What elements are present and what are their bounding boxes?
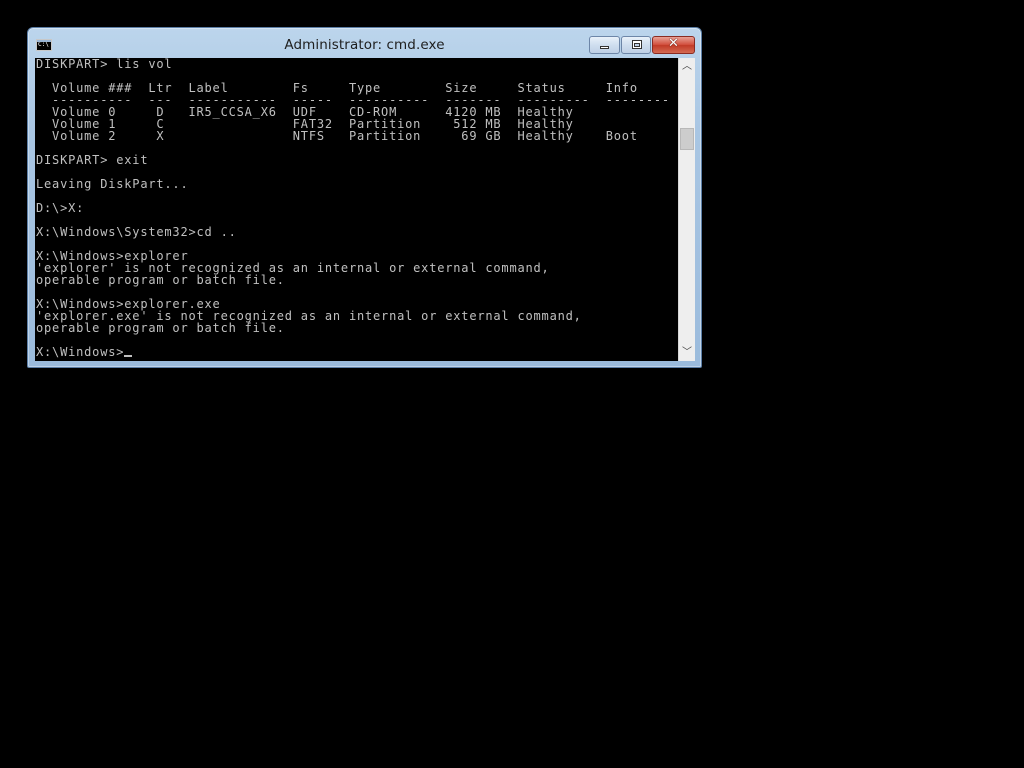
console-text: DISKPART> lis vol Volume ### Ltr Label F…	[35, 58, 678, 358]
console-line: D:\>X:	[36, 201, 85, 215]
command-prompt: X:\Windows>	[36, 345, 125, 359]
console-line: X:\Windows\System32>cd ..	[36, 225, 237, 239]
vertical-scrollbar[interactable]: ︿ ﹀	[678, 58, 695, 361]
scroll-down-icon[interactable]: ﹀	[679, 344, 695, 361]
close-icon: ✕	[668, 36, 679, 51]
scroll-thumb[interactable]	[680, 128, 694, 150]
minimize-button[interactable]	[589, 36, 620, 54]
console-line: Volume 2 X NTFS Partition 69 GB Healthy …	[36, 129, 638, 143]
scroll-up-icon[interactable]: ︿	[679, 58, 695, 75]
maximize-button[interactable]	[621, 36, 651, 54]
console-output[interactable]: DISKPART> lis vol Volume ### Ltr Label F…	[35, 58, 678, 361]
console-line: operable program or batch file.	[36, 321, 285, 335]
cmd-window[interactable]: C:\ Administrator: cmd.exe ✕ DISKPART> l…	[27, 27, 702, 368]
close-button[interactable]: ✕	[652, 36, 695, 54]
console-line: DISKPART> exit	[36, 153, 149, 167]
console-line: operable program or batch file.	[36, 273, 285, 287]
command-prompt-line[interactable]: X:\Windows>	[36, 346, 678, 358]
text-cursor	[124, 355, 133, 357]
maximize-icon	[632, 40, 642, 49]
title-bar[interactable]: C:\ Administrator: cmd.exe ✕	[28, 28, 701, 58]
caption-buttons: ✕	[589, 36, 695, 54]
console-line: Leaving DiskPart...	[36, 177, 189, 191]
minimize-icon	[600, 46, 609, 49]
console-line: DISKPART> lis vol	[36, 58, 173, 71]
